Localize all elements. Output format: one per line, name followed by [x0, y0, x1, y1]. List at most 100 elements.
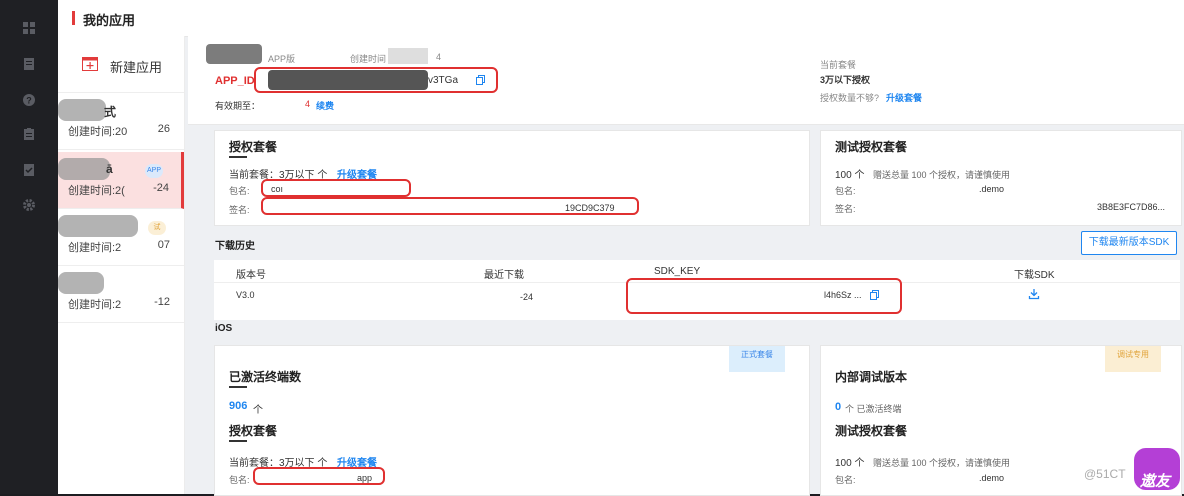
app-date: 创建时间:2( [68, 185, 125, 197]
upgrade-link[interactable]: 升级套餐 [886, 91, 922, 104]
app-name: 式 [104, 105, 117, 119]
page-title: 我的应用 [83, 13, 136, 28]
row-last-download: -24 [520, 292, 534, 302]
blurred-name [58, 158, 110, 180]
col-version: 版本号 [236, 270, 266, 281]
app-meta: APP版 [268, 54, 296, 64]
watermark-text: @51CT [1084, 467, 1126, 481]
app-list: 新建应用 式 创建时间:20 26 ā APP 创建时间:2( -24 试 创建… [58, 36, 185, 494]
col-last-download: 最近下载 [484, 270, 524, 281]
new-app-label: 新建应用 [110, 60, 163, 75]
download-section-title: 下载历史 [215, 241, 255, 252]
app-count: 07 [157, 239, 170, 251]
package-label: 包名: [229, 475, 250, 485]
sign-label: 签名: [229, 205, 250, 215]
app-count: 26 [157, 123, 170, 135]
renew-link[interactable]: 续费 [316, 99, 334, 112]
package-label: 包名: [835, 186, 856, 196]
ios-license-title: 授权套餐 [229, 424, 278, 438]
blurred-name [58, 215, 138, 237]
col-sdk-key: SDK_KEY [654, 266, 701, 277]
license-title: 授权套餐 [229, 140, 278, 154]
watermark-logo: 遨友 [1134, 448, 1180, 490]
app-badge: 试 [148, 221, 166, 235]
test-count: 100 个 [835, 170, 865, 181]
app-count: -12 [154, 296, 170, 308]
app-date: 创建时间:2 [68, 299, 122, 311]
need-more-label: 授权数量不够? [820, 93, 880, 103]
blurred-name [58, 272, 104, 294]
created-value: 4 [436, 52, 442, 62]
download-icon[interactable] [1028, 288, 1040, 300]
row-version: V3.0 [236, 290, 255, 300]
download-latest-sdk-button[interactable]: 下载最新版本SDK [1081, 231, 1177, 255]
blurred-name [58, 99, 106, 121]
test-desc: 赠送总量 100 个授权，请谨慎使用 [873, 170, 1011, 180]
blurred-app-name [206, 44, 262, 64]
debug-desc: 个 已激活终端 [845, 404, 902, 414]
left-nav-rail: ? [0, 0, 58, 494]
checklist-icon[interactable] [22, 163, 36, 177]
package-value: .demo [979, 184, 1005, 194]
active-title: 已激活终端数 [229, 370, 302, 384]
document-icon[interactable] [22, 57, 36, 71]
app-id-label: APP_ID [215, 75, 255, 87]
blurred-date [388, 48, 428, 64]
test-license-title: 测试授权套餐 [835, 140, 908, 154]
svg-text:?: ? [26, 96, 32, 106]
col-download-sdk: 下载SDK [1014, 270, 1055, 281]
title-underline [229, 440, 247, 442]
gear-icon[interactable] [22, 198, 36, 212]
package-label: 包名: [229, 186, 250, 196]
current-plan-value: 3万以下授权 [820, 75, 871, 85]
app-list-item[interactable]: 试 创建时间:2 07 [58, 209, 184, 266]
active-count: 906 [229, 400, 248, 412]
valid-value: 4 [305, 99, 311, 109]
highlight-sdk-key [626, 278, 902, 314]
help-icon[interactable]: ? [22, 93, 36, 107]
test-count: 100 个 [835, 458, 865, 469]
title-accent [72, 11, 75, 25]
sign-label: 签名: [835, 204, 856, 214]
test-license-card: 测试授权套餐 100 个 赠送总量 100 个授权，请谨慎使用 包名: .dem… [820, 130, 1182, 226]
app-list-item[interactable]: 式 创建时间:20 26 [58, 93, 184, 150]
add-icon [82, 57, 98, 71]
app-date: 创建时间:2 [68, 242, 122, 254]
package-value: .demo [979, 473, 1005, 483]
app-frame: 我的应用 新建应用 式 创建时间:20 26 ā APP 创建时间:2( -24… [58, 0, 1184, 496]
ios-section-title: iOS [215, 323, 233, 334]
test-desc: 赠送总量 100 个授权，请谨慎使用 [873, 458, 1011, 468]
watermark-logo-text: 遨友 [1140, 473, 1171, 490]
package-label: 包名: [835, 475, 856, 485]
official-plan-tag: 正式套餐 [729, 346, 785, 372]
current-plan-label: 当前套餐 [820, 60, 857, 70]
ios-license-card: 正式套餐 已激活终端数 906 个 授权套餐 当前套餐：3万以下 个 升级套餐 … [214, 345, 810, 496]
highlight-package [261, 179, 411, 197]
app-header: APP版 创建时间 4 APP_ID v3TGa 有效期至： 4 续费 当前套餐… [188, 36, 1184, 125]
app-count: -24 [153, 182, 169, 194]
new-app-button[interactable]: 新建应用 [58, 36, 184, 93]
created-label: 创建时间 [350, 54, 387, 64]
main-content: APP版 创建时间 4 APP_ID v3TGa 有效期至： 4 续费 当前套餐… [188, 36, 1184, 496]
app-date: 创建时间:20 [68, 126, 128, 138]
title-underline [229, 156, 247, 158]
title-bar: 我的应用 [58, 0, 1184, 37]
valid-label: 有效期至： [215, 101, 261, 111]
highlight-package [253, 467, 385, 485]
title-underline [229, 386, 247, 388]
highlight-sign [261, 197, 639, 215]
ios-debug-card: 调试专用 内部调试版本 0 个 已激活终端 测试授权套餐 100 个 赠送总量 … [820, 345, 1182, 496]
clipboard-icon[interactable] [22, 127, 36, 141]
sign-value: 3B8E3FC7D86... [1097, 202, 1166, 212]
license-card: 授权套餐 当前套餐：3万以下 个 升级套餐 包名: coı 签名: 19CD9C… [214, 130, 810, 226]
active-unit: 个 [253, 405, 263, 416]
app-list-item[interactable]: 创建时间:2 -12 [58, 266, 184, 323]
grid-icon[interactable] [22, 21, 36, 35]
app-badge: APP [145, 164, 163, 178]
debug-count: 0 [835, 401, 842, 413]
app-list-item-selected[interactable]: ā APP 创建时间:2( -24 [58, 152, 184, 209]
debug-title: 内部调试版本 [835, 370, 908, 384]
debug-tag: 调试专用 [1105, 346, 1161, 372]
app-name: ā [106, 162, 113, 176]
ios-test-title: 测试授权套餐 [835, 424, 908, 438]
